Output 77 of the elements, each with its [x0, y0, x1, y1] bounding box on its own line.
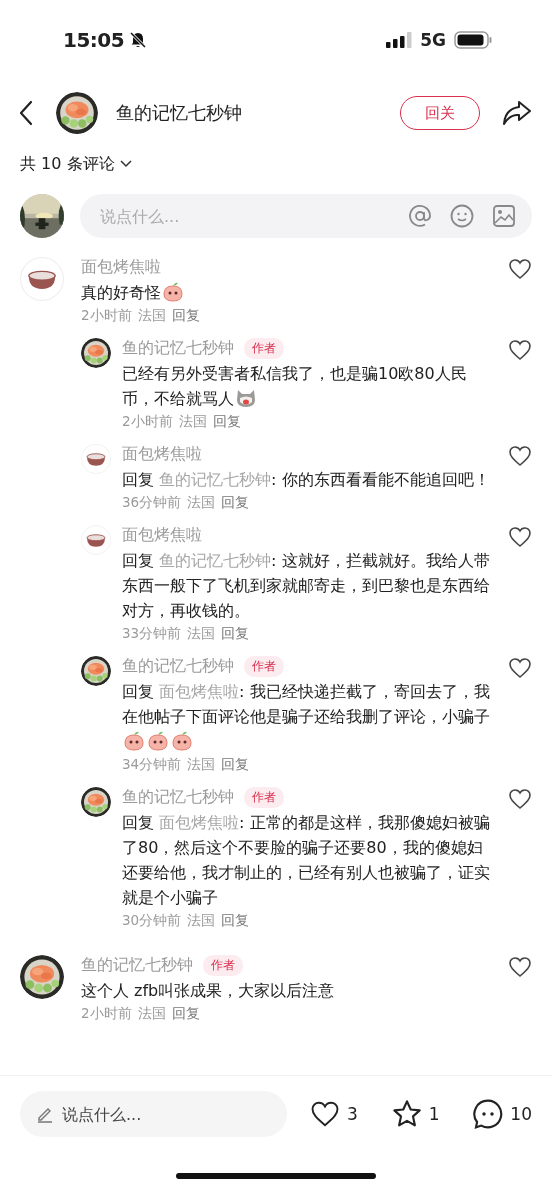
commenter-name[interactable]: 鱼的记忆七秒钟 — [122, 337, 234, 359]
network-type: 5G — [420, 30, 446, 50]
like-icon[interactable] — [508, 525, 532, 549]
comment-location: 法国 — [178, 412, 207, 431]
bowl-icon — [81, 525, 111, 555]
battery-icon — [454, 31, 492, 49]
back-icon[interactable] — [18, 100, 34, 126]
author-badge: 作者 — [244, 786, 284, 808]
like-icon[interactable] — [508, 656, 532, 680]
comment-text: 回复 鱼的记忆七秒钟: 这就好，拦截就好。我给人带东西一般下了飞机到家就邮寄走，到巴黎也是东西给对方，再收钱的。 — [122, 550, 491, 622]
comment-time: 30分钟前 — [122, 911, 182, 930]
comment-time: 34分钟前 — [122, 755, 182, 774]
author-badge: 作者 — [244, 337, 284, 359]
reply-button[interactable]: 回复 — [221, 493, 250, 512]
author-name[interactable]: 鱼的记忆七秒钟 — [116, 101, 242, 125]
like-icon[interactable] — [508, 257, 532, 281]
like-button[interactable]: 3 — [309, 1098, 358, 1130]
like-icon[interactable] — [508, 955, 532, 979]
image-icon[interactable] — [492, 204, 516, 228]
comment-time: 2小时前 — [122, 412, 173, 431]
comments-button[interactable]: 10 — [472, 1098, 532, 1130]
comment-text: 回复 面包烤焦啦: 正常的都是这样，我那傻媳妇被骗了80，然后这个不要脸的骗子还要80，我的傻媳妇还要给他，我才制止的，已经有别人也被骗了，证实就是个小骗子 — [122, 812, 491, 909]
commenter-name[interactable]: 鱼的记忆七秒钟 — [122, 786, 234, 808]
chevron-down-icon[interactable] — [119, 160, 132, 168]
comment-time: 36分钟前 — [122, 493, 182, 512]
reply-button[interactable]: 回复 — [221, 911, 250, 930]
commenter-name[interactable]: 面包烤焦啦 — [122, 524, 202, 546]
peach-emoji-icon — [147, 731, 169, 751]
share-icon[interactable] — [502, 100, 532, 126]
like-icon[interactable] — [508, 787, 532, 811]
comment-time: 33分钟前 — [122, 624, 182, 643]
mention-icon[interactable] — [408, 204, 432, 228]
reply-button[interactable]: 回复 — [171, 306, 200, 325]
comment-input[interactable]: 说点什么... — [80, 194, 532, 238]
signal-icon — [386, 32, 413, 48]
comment-location: 法国 — [187, 493, 216, 512]
favorite-button[interactable]: 1 — [390, 1098, 440, 1130]
follow-back-button[interactable]: 回关 — [400, 96, 480, 130]
clock-time: 15:05 — [63, 28, 125, 52]
comment-text: 已经有另外受害者私信我了，也是骗10欧80人民币，不给就骂人 — [122, 363, 468, 410]
comment-location: 法国 — [187, 755, 216, 774]
commenter-name[interactable]: 面包烤焦啦 — [122, 443, 202, 465]
emoji-icon[interactable] — [450, 204, 474, 228]
reply-button[interactable]: 回复 — [221, 624, 250, 643]
mentioned-user[interactable]: 面包烤焦啦 — [159, 682, 240, 701]
comment-location: 法国 — [137, 1004, 166, 1023]
comment-text: 真的好奇怪 — [81, 280, 498, 305]
comment-location: 法国 — [187, 911, 216, 930]
cat-emoji-icon — [235, 388, 257, 408]
mentioned-user[interactable]: 鱼的记忆七秒钟 — [159, 551, 272, 570]
comment-text: 这个人 zfb叫张成果，大家以后注意 — [81, 980, 336, 1002]
bowl-icon — [81, 444, 111, 474]
muted-bell-icon — [129, 31, 148, 49]
author-badge: 作者 — [244, 655, 284, 677]
reply-button[interactable]: 回复 — [171, 1004, 200, 1023]
commenter-name[interactable]: 鱼的记忆七秒钟 — [122, 655, 234, 677]
peach-emoji-icon — [171, 731, 193, 751]
comment-text: 回复 鱼的记忆七秒钟: 你的东西看看能不能追回吧！ — [122, 469, 491, 491]
like-icon[interactable] — [508, 338, 532, 362]
peach-emoji-icon — [162, 282, 184, 302]
comment-location: 法国 — [137, 306, 166, 325]
comment-time: 2小时前 — [81, 1004, 132, 1023]
commenter-name[interactable]: 鱼的记忆七秒钟 — [81, 954, 193, 976]
reply-button[interactable]: 回复 — [212, 412, 241, 431]
bowl-icon — [20, 257, 64, 301]
comment-text: 回复 面包烤焦啦: 我已经快递拦截了，寄回去了，我在他帖子下面评论他是骗子还给我删了评论，小骗子 — [122, 679, 498, 754]
mentioned-user[interactable]: 面包烤焦啦 — [159, 813, 240, 832]
mentioned-user[interactable]: 鱼的记忆七秒钟 — [159, 470, 272, 489]
comment-location: 法国 — [187, 624, 216, 643]
comment-time: 2小时前 — [81, 306, 132, 325]
commenter-name[interactable]: 面包烤焦啦 — [81, 256, 161, 278]
like-icon[interactable] — [508, 444, 532, 468]
peach-emoji-icon — [123, 731, 145, 751]
comment-input[interactable]: 说点什么... — [20, 1091, 287, 1137]
comment-count[interactable]: 共 10 条评论 — [20, 153, 115, 175]
author-badge: 作者 — [203, 954, 243, 976]
reply-button[interactable]: 回复 — [221, 755, 250, 774]
